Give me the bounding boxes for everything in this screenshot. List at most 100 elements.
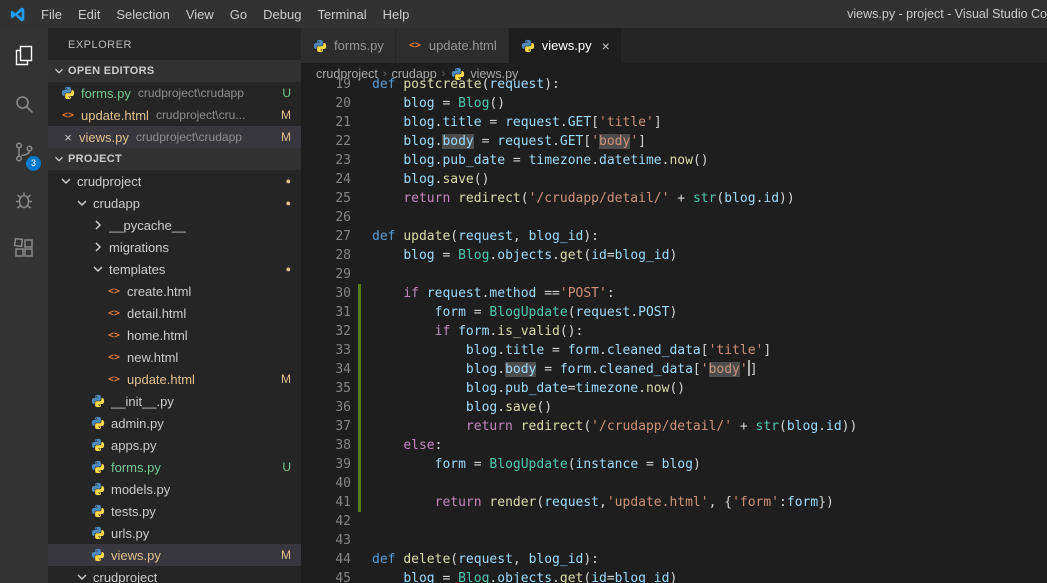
line-number[interactable]: 20 — [301, 94, 351, 113]
tree-file-views-py[interactable]: views.py M — [48, 544, 301, 566]
code-line-34[interactable]: 34 blog.body = form.cleaned_data['body'] — [301, 360, 1047, 379]
line-number[interactable]: 42 — [301, 512, 351, 531]
line-number[interactable]: 33 — [301, 341, 351, 360]
search-icon[interactable] — [0, 80, 48, 128]
tree-file-forms-py[interactable]: forms.py U — [48, 456, 301, 478]
code-line-20[interactable]: 20 blog = Blog() — [301, 94, 1047, 113]
close-icon[interactable]: × — [602, 39, 610, 53]
menu-terminal[interactable]: Terminal — [309, 0, 374, 28]
tab-views-py[interactable]: views.py × — [508, 28, 622, 63]
code-line-24[interactable]: 24 blog.save() — [301, 170, 1047, 189]
tree-folder-templates[interactable]: templates ● — [48, 258, 301, 280]
line-number[interactable]: 40 — [301, 474, 351, 493]
line-number[interactable]: 26 — [301, 208, 351, 227]
tab-forms-py[interactable]: forms.py — [301, 28, 396, 63]
line-number[interactable]: 24 — [301, 170, 351, 189]
explorer-icon[interactable] — [0, 32, 48, 80]
menu-view[interactable]: View — [178, 0, 222, 28]
menu-edit[interactable]: Edit — [70, 0, 108, 28]
code-line-43[interactable]: 43 — [301, 531, 1047, 550]
tree-file-create-html[interactable]: <> create.html — [48, 280, 301, 302]
tree-file-detail-html[interactable]: <> detail.html — [48, 302, 301, 324]
code-line-32[interactable]: 32 if form.is_valid(): — [301, 322, 1047, 341]
line-number[interactable]: 38 — [301, 436, 351, 455]
line-number[interactable]: 41 — [301, 493, 351, 512]
line-number[interactable]: 31 — [301, 303, 351, 322]
line-number[interactable]: 37 — [301, 417, 351, 436]
code-line-39[interactable]: 39 form = BlogUpdate(instance = blog) — [301, 455, 1047, 474]
tree-folder-crudproject[interactable]: crudproject ● — [48, 170, 301, 192]
tab-label: forms.py — [334, 38, 384, 53]
tree-file-update-html[interactable]: <> update.html M — [48, 368, 301, 390]
tree-file-tests-py[interactable]: tests.py — [48, 500, 301, 522]
menu-go[interactable]: Go — [222, 0, 255, 28]
source-control-icon[interactable]: 3 — [0, 128, 48, 176]
tree-file-__init__-py[interactable]: __init__.py — [48, 390, 301, 412]
line-number[interactable]: 45 — [301, 569, 351, 583]
open-editors-header[interactable]: OPEN EDITORS — [48, 60, 301, 82]
menu-debug[interactable]: Debug — [255, 0, 309, 28]
line-number[interactable]: 22 — [301, 132, 351, 151]
code-area[interactable]: 19 def postcreate(request): 20 blog = Blog… — [301, 75, 1047, 583]
code-line-22[interactable]: 22 blog.body = request.GET['body'] — [301, 132, 1047, 151]
menu-file[interactable]: File — [33, 0, 70, 28]
line-number[interactable]: 44 — [301, 550, 351, 569]
line-number[interactable]: 21 — [301, 113, 351, 132]
code-line-44[interactable]: 44 def delete(request, blog_id): — [301, 550, 1047, 569]
code-line-29[interactable]: 29 — [301, 265, 1047, 284]
open-editor-update-html[interactable]: <> update.html crudproject\cru... M — [48, 104, 301, 126]
code-line-21[interactable]: 21 blog.title = request.GET['title'] — [301, 113, 1047, 132]
code-line-30[interactable]: 30 if request.method =='POST': — [301, 284, 1047, 303]
menu-help[interactable]: Help — [375, 0, 418, 28]
line-number[interactable]: 19 — [301, 75, 351, 94]
code-line-19[interactable]: 19 def postcreate(request): — [301, 75, 1047, 94]
code-line-45[interactable]: 45 blog = Blog.objects.get(id=blog_id) — [301, 569, 1047, 583]
line-number[interactable]: 36 — [301, 398, 351, 417]
line-number[interactable]: 27 — [301, 227, 351, 246]
code-line-40[interactable]: 40 — [301, 474, 1047, 493]
close-icon[interactable]: × — [60, 130, 76, 145]
line-number[interactable]: 32 — [301, 322, 351, 341]
open-editor-forms-py[interactable]: forms.py crudproject\crudapp U — [48, 82, 301, 104]
code-line-33[interactable]: 33 blog.title = form.cleaned_data['title… — [301, 341, 1047, 360]
tree-folder-crudproject[interactable]: crudproject — [48, 566, 301, 583]
code-line-42[interactable]: 42 — [301, 512, 1047, 531]
tree-folder-migrations[interactable]: migrations — [48, 236, 301, 258]
code-line-28[interactable]: 28 blog = Blog.objects.get(id=blog_id) — [301, 246, 1047, 265]
code-line-26[interactable]: 26 — [301, 208, 1047, 227]
tree-file-models-py[interactable]: models.py — [48, 478, 301, 500]
code-line-27[interactable]: 27 def update(request, blog_id): — [301, 227, 1047, 246]
line-number[interactable]: 28 — [301, 246, 351, 265]
tree-file-new-html[interactable]: <> new.html — [48, 346, 301, 368]
extensions-icon[interactable] — [0, 224, 48, 272]
code-line-37[interactable]: 37 return redirect('/crudapp/detail/' + … — [301, 417, 1047, 436]
tree-file-home-html[interactable]: <> home.html — [48, 324, 301, 346]
tree-folder-__pycache__[interactable]: __pycache__ — [48, 214, 301, 236]
tree-file-urls-py[interactable]: urls.py — [48, 522, 301, 544]
tab-update-html[interactable]: <> update.html — [395, 28, 509, 63]
line-number[interactable]: 29 — [301, 265, 351, 284]
open-editor-views-py[interactable]: × views.py crudproject\crudapp M — [48, 126, 301, 148]
code-line-31[interactable]: 31 form = BlogUpdate(request.POST) — [301, 303, 1047, 322]
line-number[interactable]: 23 — [301, 151, 351, 170]
code-line-23[interactable]: 23 blog.pub_date = timezone.datetime.now… — [301, 151, 1047, 170]
code-line-35[interactable]: 35 blog.pub_date=timezone.now() — [301, 379, 1047, 398]
tree-file-admin-py[interactable]: admin.py — [48, 412, 301, 434]
line-number[interactable]: 43 — [301, 531, 351, 550]
line-number[interactable]: 39 — [301, 455, 351, 474]
menu-selection[interactable]: Selection — [108, 0, 177, 28]
code-line-38[interactable]: 38 else: — [301, 436, 1047, 455]
code-line-36[interactable]: 36 blog.save() — [301, 398, 1047, 417]
line-number[interactable]: 34 — [301, 360, 351, 379]
tree-folder-crudapp[interactable]: crudapp ● — [48, 192, 301, 214]
code-line-25[interactable]: 25 return redirect('/crudapp/detail/' + … — [301, 189, 1047, 208]
project-section-header[interactable]: PROJECT — [48, 148, 301, 170]
line-number[interactable]: 30 — [301, 284, 351, 303]
line-number[interactable]: 25 — [301, 189, 351, 208]
debug-icon[interactable] — [0, 176, 48, 224]
tree-file-apps-py[interactable]: apps.py — [48, 434, 301, 456]
code-line-41[interactable]: 41 return render(request,'update.html', … — [301, 493, 1047, 512]
chevron-down-icon — [74, 569, 90, 583]
vscode-window: File Edit Selection View Go Debug Terminal Help… — [0, 0, 1047, 583]
line-number[interactable]: 35 — [301, 379, 351, 398]
